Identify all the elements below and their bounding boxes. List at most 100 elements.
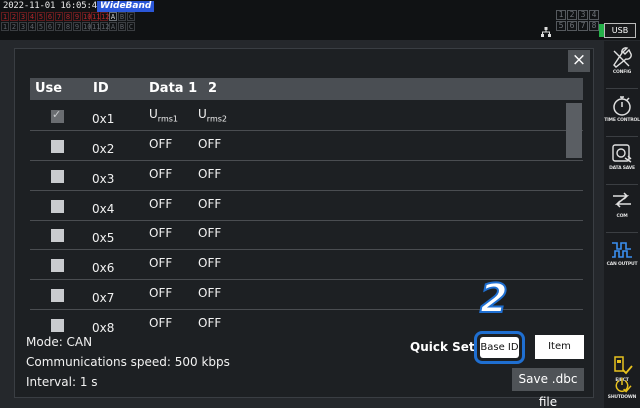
- mode-badge: WideBand: [97, 1, 155, 12]
- table-row[interactable]: 0x5 OFF OFF: [30, 219, 583, 250]
- data2-cell[interactable]: OFF: [198, 256, 221, 270]
- mode-text: Mode: CAN: [26, 335, 93, 349]
- channel-indicator: 11: [91, 12, 101, 21]
- quick-set-label: Quick Set: [410, 340, 475, 354]
- data2-cell[interactable]: OFF: [198, 167, 221, 181]
- use-checkbox[interactable]: [51, 140, 64, 153]
- module-indicator: 3: [578, 10, 588, 20]
- table-header: Use ID Data 1 2: [30, 78, 583, 100]
- use-checkbox[interactable]: [51, 319, 64, 332]
- channel-indicator: 8: [64, 22, 72, 31]
- can-output-icon: [612, 242, 632, 258]
- channel-indicators-row-2: 1 2 3 4 5 6 7 8 9 10 11 12 A B C: [1, 22, 136, 31]
- channel-indicator: 4: [28, 12, 36, 21]
- column-header-data1: Data 1: [149, 81, 198, 96]
- channel-indicator: B: [118, 22, 126, 31]
- table-row[interactable]: 0x2 OFF OFF: [30, 130, 583, 161]
- base-id-button[interactable]: Base ID: [480, 337, 519, 358]
- channel-indicator: 9: [73, 12, 81, 21]
- row-id: 0x5: [92, 231, 115, 245]
- com-icon: [613, 192, 631, 208]
- data1-cell[interactable]: OFF: [149, 286, 172, 300]
- data2-cell[interactable]: OFF: [198, 286, 221, 300]
- use-checkbox[interactable]: [51, 259, 64, 272]
- channel-indicators-row-1: 1 2 3 4 5 6 7 8 9 10 11 12 A B C: [1, 12, 136, 21]
- data2-cell[interactable]: OFF: [198, 316, 221, 330]
- channel-indicator: 10: [82, 22, 92, 31]
- use-checkbox[interactable]: [51, 170, 64, 183]
- data1-cell[interactable]: Urms1: [149, 107, 178, 123]
- channel-indicator: 3: [19, 22, 27, 31]
- channel-indicator: C: [127, 12, 135, 21]
- channel-indicator: 4: [28, 22, 36, 31]
- row-id: 0x6: [92, 261, 115, 275]
- channel-indicator: 12: [100, 22, 110, 31]
- module-indicator: 8: [589, 21, 599, 31]
- base-id-button-highlight[interactable]: Base ID: [474, 331, 525, 364]
- sidebar-item-label: DATA SAVE: [609, 166, 635, 171]
- divider: [606, 232, 638, 233]
- channel-indicator: 11: [91, 22, 101, 31]
- column-header-id: ID: [93, 81, 109, 96]
- data2-cell[interactable]: OFF: [198, 197, 221, 211]
- channel-indicator: 9: [73, 22, 81, 31]
- comm-speed-text: Communications speed: 500 kbps: [26, 355, 230, 369]
- sidebar-item-com[interactable]: COM: [604, 187, 640, 231]
- sidebar-item-label: CONFIG: [612, 70, 632, 75]
- column-header-use: Use: [35, 81, 63, 96]
- usb-indicator: USB: [599, 23, 636, 38]
- data1-cell[interactable]: OFF: [149, 256, 172, 270]
- channel-indicator: 6: [46, 22, 54, 31]
- scrollbar-thumb[interactable]: [566, 103, 582, 158]
- shutdown-icon: [615, 377, 632, 393]
- module-indicator: 1: [556, 10, 566, 20]
- data1-cell[interactable]: OFF: [149, 226, 172, 240]
- data1-cell[interactable]: OFF: [149, 137, 172, 151]
- table-row[interactable]: 0x1 Urms1 Urms2: [30, 100, 583, 131]
- save-dbc-button[interactable]: Save .dbc file: [512, 368, 584, 408]
- datetime: 2022-11-01 16:05:46: [3, 1, 103, 11]
- sidebar-item-label: CAN OUTPUT: [606, 262, 638, 267]
- table-row[interactable]: 0x4 OFF OFF: [30, 190, 583, 221]
- channel-indicator: 5: [37, 22, 45, 31]
- sidebar-item-shutdown[interactable]: SHUTDOWN: [604, 374, 640, 408]
- row-id: 0x7: [92, 291, 115, 305]
- use-checkbox[interactable]: [51, 108, 64, 123]
- module-indicator: 7: [578, 21, 588, 31]
- data1-cell[interactable]: OFF: [149, 197, 172, 211]
- config-icon: [613, 47, 632, 68]
- sidebar-item-config[interactable]: CONFIG: [604, 43, 640, 87]
- sidebar-item-label: COM: [616, 214, 628, 219]
- use-checkbox[interactable]: [51, 229, 64, 242]
- network-icon: [541, 27, 551, 40]
- use-checkbox[interactable]: [51, 200, 64, 213]
- close-button[interactable]: ×: [568, 50, 590, 72]
- channel-indicator: 8: [64, 12, 72, 21]
- data-save-icon: [612, 144, 632, 163]
- channel-indicator: 2: [10, 22, 18, 31]
- row-id: 0x1: [92, 112, 115, 126]
- channel-indicator: 3: [19, 12, 27, 21]
- sidebar-item-label: SHUTDOWN: [607, 395, 637, 400]
- channel-indicator: B: [118, 12, 126, 21]
- use-checkbox[interactable]: [51, 289, 64, 302]
- data2-cell[interactable]: OFF: [198, 137, 221, 151]
- channel-indicator: 5: [37, 12, 45, 21]
- sidebar-item-can-output[interactable]: CAN OUTPUT: [604, 235, 640, 279]
- module-indicator: 4: [589, 10, 599, 20]
- sidebar-item-data-save[interactable]: DATA SAVE: [604, 139, 640, 183]
- divider: [606, 184, 638, 185]
- data1-cell[interactable]: OFF: [149, 316, 172, 330]
- data2-cell[interactable]: OFF: [198, 226, 221, 240]
- column-header-data2: 2: [208, 81, 218, 96]
- module-indicator: 6: [567, 21, 577, 31]
- channel-indicator: A: [109, 12, 117, 21]
- divider: [606, 88, 638, 89]
- divider: [606, 136, 638, 137]
- sidebar-item-time-control[interactable]: TIME CONTROL: [604, 91, 640, 135]
- data1-cell[interactable]: OFF: [149, 167, 172, 181]
- table-row[interactable]: 0x3 OFF OFF: [30, 160, 583, 191]
- data2-cell[interactable]: Urms2: [198, 107, 227, 123]
- item-button[interactable]: Item: [535, 335, 584, 359]
- status-bar: 2022-11-01 16:05:46 WideBand 1 2 3 4 5 6…: [0, 0, 640, 40]
